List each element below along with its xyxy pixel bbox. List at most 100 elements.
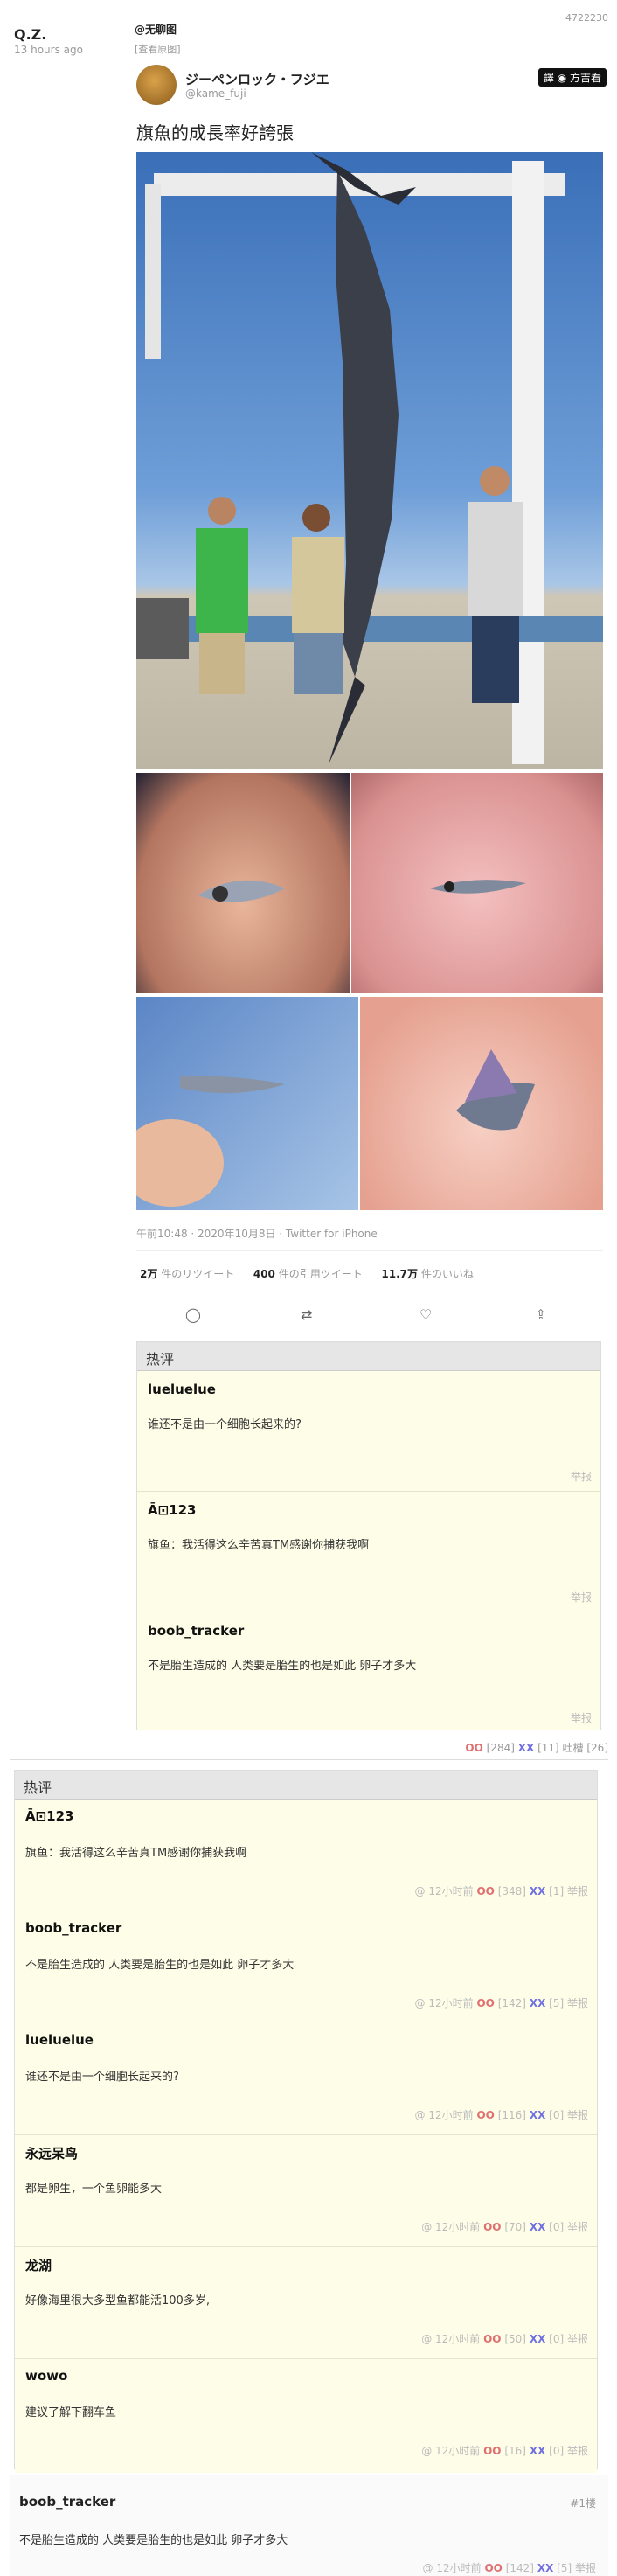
hot-comments-panel: 热评 Ā⊡123 旗鱼：我活得这么辛苦真TM感谢你捕获我啊 @ 12小时前 OO… bbox=[14, 1770, 598, 2473]
report-link[interactable]: 举报 bbox=[567, 2109, 588, 2121]
like-icon[interactable]: ♡ bbox=[419, 1306, 432, 1323]
comment-time: @ 12小时前 bbox=[421, 2333, 481, 2345]
quote-count[interactable]: 400 bbox=[253, 1268, 275, 1280]
report-link[interactable]: 举报 bbox=[571, 1469, 592, 1484]
retweet-count[interactable]: 2万 bbox=[140, 1268, 157, 1280]
xx-button[interactable]: XX bbox=[530, 2109, 546, 2121]
quote-label: 件の引用ツイート bbox=[278, 1268, 363, 1280]
post-author[interactable]: Q.Z. bbox=[14, 26, 46, 43]
comment-time: @ 12小时前 bbox=[422, 2562, 482, 2574]
comment-time: @ 12小时前 bbox=[421, 2445, 481, 2457]
tweet-handle[interactable]: @kame_fuji bbox=[185, 87, 246, 100]
xx-count: [5] bbox=[549, 1997, 565, 2009]
tweet-timestamp[interactable]: 午前10:48 · 2020年10月8日 · Twitter for iPhon… bbox=[136, 1226, 378, 1241]
list-item: 永远呆鸟 都是卵生，一个鱼卵能多大 @ 12小时前 OO [70] XX [0]… bbox=[15, 2135, 597, 2247]
oo-button[interactable]: OO bbox=[476, 1997, 494, 2009]
xx-count: [1] bbox=[549, 1885, 565, 1897]
xx-button[interactable]: XX bbox=[530, 2445, 546, 2457]
retweet-icon[interactable]: ⇄ bbox=[301, 1306, 312, 1323]
view-original-link[interactable]: [查看原图] bbox=[135, 42, 181, 56]
oo-button[interactable]: OO bbox=[476, 2109, 494, 2121]
photo-baby-fish-3[interactable] bbox=[136, 997, 358, 1210]
list-item: wowo 建议了解下翻车鱼 @ 12小时前 OO [16] XX [0] 举报 bbox=[15, 2359, 597, 2473]
xx-button[interactable]: XX bbox=[530, 1997, 546, 2009]
comment-text: 不是胎生造成的 人类要是胎生的也是如此 卵子才多大 bbox=[148, 1660, 417, 1673]
comment-text: 都是卵生，一个鱼卵能多大 bbox=[25, 2183, 163, 2196]
oo-count: [142] bbox=[497, 1997, 526, 2009]
oo-count: [348] bbox=[497, 1885, 526, 1897]
comment-author[interactable]: boob_tracker bbox=[25, 1920, 121, 1936]
list-item: boob_tracker 不是胎生造成的 人类要是胎生的也是如此 卵子才多大 @… bbox=[15, 1911, 597, 2023]
oo-count: [50] bbox=[504, 2333, 526, 2345]
translate-button[interactable]: 譯 ◉ 方吉看 bbox=[537, 68, 607, 87]
xx-button[interactable]: XX bbox=[530, 2333, 546, 2345]
xx-count: [5] bbox=[557, 2562, 572, 2574]
list-item: 龙湖 好像海里很大多型鱼都能活100多岁, @ 12小时前 OO [50] XX… bbox=[15, 2247, 597, 2359]
oo-button[interactable]: OO bbox=[483, 2333, 501, 2345]
xx-count: [0] bbox=[549, 2445, 565, 2457]
xx-count: [11] bbox=[537, 1742, 559, 1754]
comment-author[interactable]: Ā⊡123 bbox=[148, 1502, 197, 1518]
post-vote-bar: OO [284] XX [11] 吐槽 [26] bbox=[465, 1740, 608, 1755]
photo-marlin-hanging[interactable] bbox=[136, 152, 603, 769]
comment-time: @ 12小时前 bbox=[414, 2109, 474, 2121]
list-item: boob_tracker 不是胎生造成的 人类要是胎生的也是如此 卵子才多大 举… bbox=[137, 1612, 600, 1730]
report-link[interactable]: 举报 bbox=[567, 1885, 588, 1897]
photo-baby-fish-4[interactable] bbox=[360, 997, 603, 1210]
report-link[interactable]: 举报 bbox=[567, 2445, 588, 2457]
oo-button[interactable]: OO bbox=[483, 2221, 501, 2233]
oo-count: [70] bbox=[504, 2221, 526, 2233]
oo-count: [142] bbox=[505, 2562, 534, 2574]
list-item: lueluelue 谁还不是由一个细胞长起来的? 举报 bbox=[137, 1371, 600, 1492]
retweet-label: 件のリツイート bbox=[161, 1268, 235, 1280]
oo-button[interactable]: OO bbox=[483, 2445, 501, 2457]
inner-hot-title: 热评 bbox=[137, 1342, 600, 1371]
photo-baby-fish-2[interactable] bbox=[351, 773, 603, 993]
report-link[interactable]: 举报 bbox=[575, 2562, 596, 2574]
xx-count: [0] bbox=[549, 2109, 565, 2121]
xx-button[interactable]: XX bbox=[537, 2562, 554, 2574]
share-icon[interactable]: ⇪ bbox=[535, 1306, 546, 1323]
comment-author[interactable]: wowo bbox=[25, 2368, 67, 2384]
comment-author[interactable]: 永远呆鸟 bbox=[25, 2144, 78, 2162]
oo-count: [16] bbox=[504, 2445, 526, 2457]
comment-author[interactable]: lueluelue bbox=[25, 2032, 94, 2048]
photo-baby-fish-1[interactable] bbox=[136, 773, 350, 993]
marlin-scene-icon bbox=[136, 152, 603, 764]
report-link[interactable]: 举报 bbox=[567, 2221, 588, 2233]
comment-text: 好像海里很大多型鱼都能活100多岁, bbox=[25, 2294, 210, 2308]
oo-button[interactable]: OO bbox=[476, 1885, 494, 1897]
inner-hot-panel: 热评 lueluelue 谁还不是由一个细胞长起来的? 举报 Ā⊡123 旗鱼：… bbox=[136, 1341, 601, 1730]
report-link[interactable]: 举报 bbox=[571, 1590, 592, 1605]
reply-icon[interactable]: ◯ bbox=[185, 1306, 201, 1323]
report-link[interactable]: 举报 bbox=[567, 2333, 588, 2345]
xx-count: [0] bbox=[549, 2221, 565, 2233]
oo-count: [116] bbox=[497, 2109, 526, 2121]
comment-author[interactable]: Ā⊡123 bbox=[25, 1808, 74, 1824]
xx-button[interactable]: XX bbox=[518, 1742, 535, 1754]
comment-time: @ 12小时前 bbox=[421, 2221, 481, 2233]
comment-text: 旗鱼：我活得这么辛苦真TM感谢你捕获我啊 bbox=[148, 1539, 370, 1552]
report-link[interactable]: 举报 bbox=[571, 1710, 592, 1725]
comment-time: @ 12小时前 bbox=[414, 1997, 474, 2009]
oo-button[interactable]: OO bbox=[484, 2562, 502, 2574]
avatar[interactable] bbox=[136, 65, 177, 105]
report-link[interactable]: 举报 bbox=[567, 1997, 588, 2009]
comment-author[interactable]: boob_tracker bbox=[19, 2494, 115, 2510]
floor-number[interactable]: #1楼 bbox=[570, 2496, 596, 2510]
hot-title: 热评 bbox=[15, 1771, 597, 1800]
tucao-link[interactable]: 吐槽 [26] bbox=[563, 1742, 608, 1754]
comment-author[interactable]: lueluelue bbox=[148, 1382, 216, 1397]
oo-button[interactable]: OO bbox=[465, 1742, 482, 1754]
xx-button[interactable]: XX bbox=[530, 1885, 546, 1897]
xx-button[interactable]: XX bbox=[530, 2221, 546, 2233]
comment-author[interactable]: 龙湖 bbox=[25, 2256, 52, 2274]
comment-author[interactable]: boob_tracker bbox=[148, 1623, 244, 1639]
tweet-display-name[interactable]: ジーペンロック・フジエ bbox=[185, 70, 329, 88]
comment-text: 谁还不是由一个细胞长起来的? bbox=[25, 2071, 179, 2084]
post-id[interactable]: 4722230 bbox=[565, 12, 608, 24]
xx-count: [0] bbox=[549, 2333, 565, 2345]
list-item: lueluelue 谁还不是由一个细胞长起来的? @ 12小时前 OO [116… bbox=[15, 2023, 597, 2135]
like-count[interactable]: 11.7万 bbox=[381, 1268, 418, 1280]
post-tags[interactable]: @无聊图 bbox=[135, 22, 177, 37]
